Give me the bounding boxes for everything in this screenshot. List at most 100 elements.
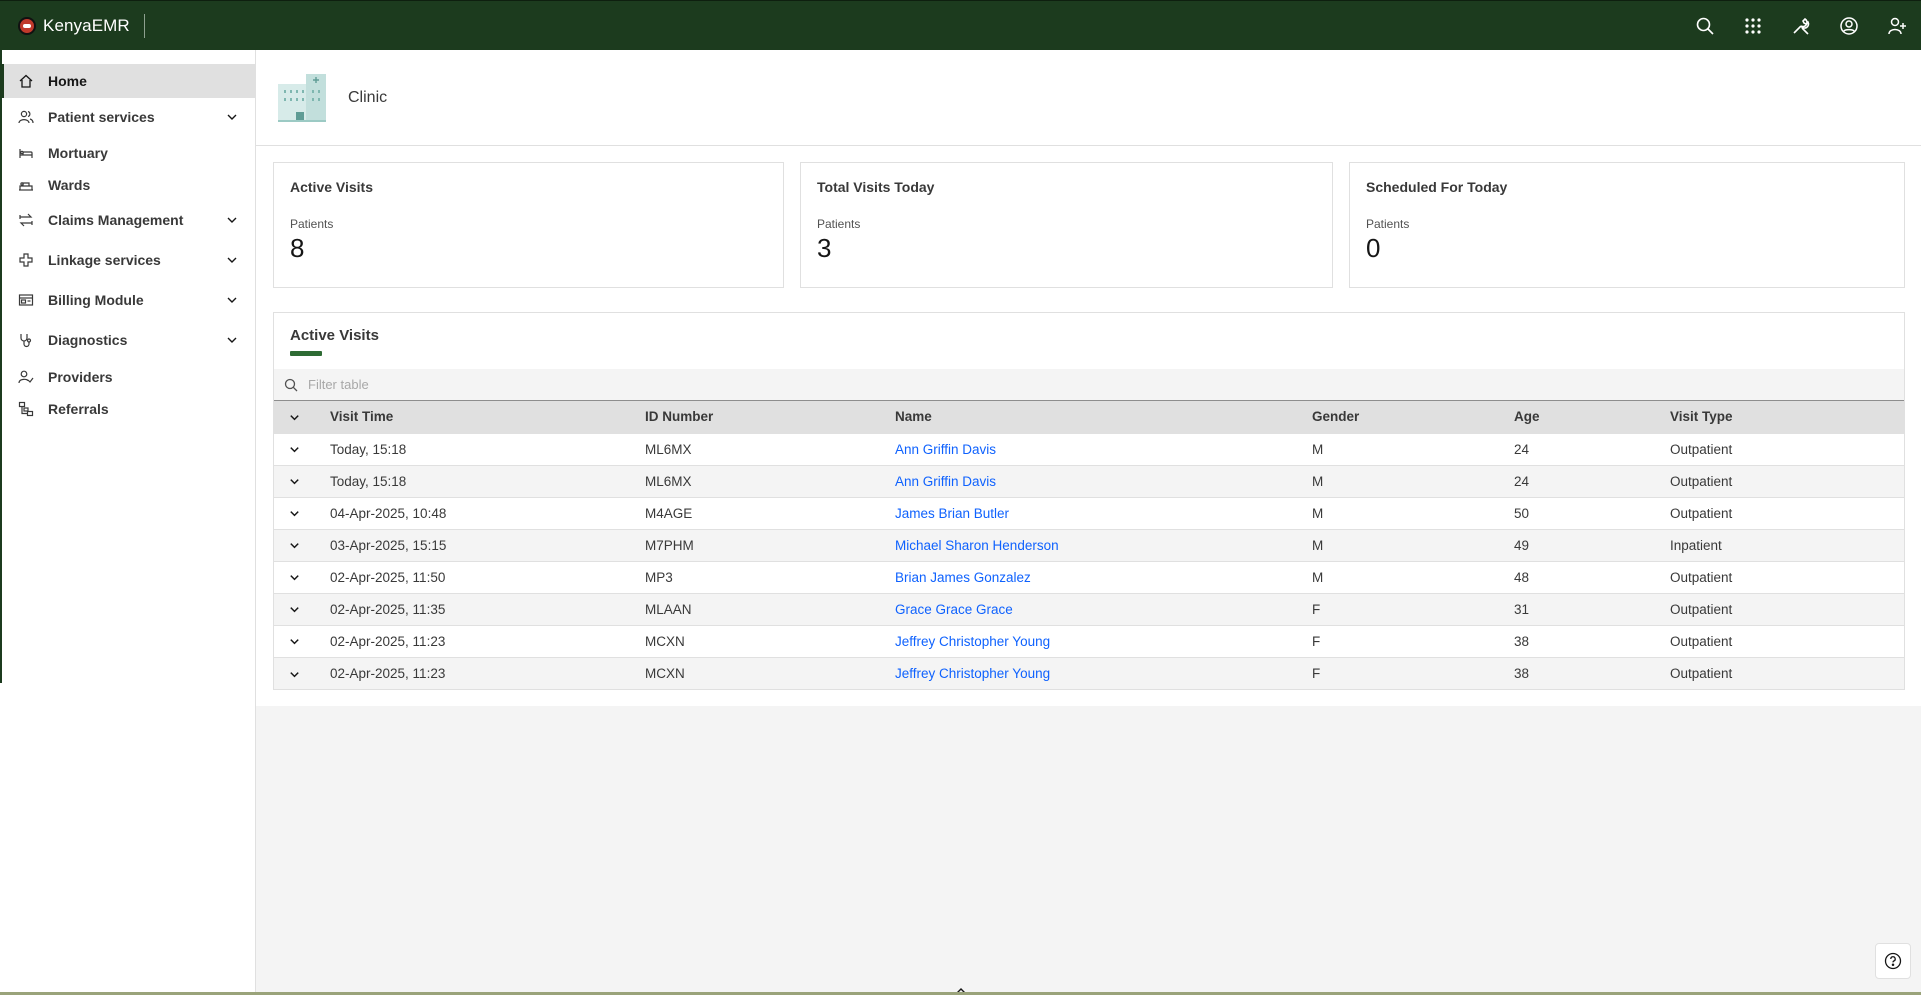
patient-name-link[interactable]: Michael Sharon Henderson [895,538,1059,553]
chevron-down-icon [227,337,237,343]
cell-visit-time: 02-Apr-2025, 11:23 [314,656,645,689]
column-header-age[interactable]: Age [1514,401,1670,433]
cell-age: 48 [1514,560,1670,593]
sidebar-item-label: Wards [48,177,91,193]
chevron-down-icon [289,447,299,453]
active-visits-table: Visit Time ID Number Name Gender Age Vis… [274,401,1904,689]
chevron-down-icon [227,114,237,120]
column-header-visit-time[interactable]: Visit Time [314,401,645,433]
patient-name-link[interactable]: Jeffrey Christopher Young [895,634,1050,649]
chevron-down-icon [289,575,299,581]
sidebar-item-label: Diagnostics [48,332,128,348]
table-row: 04-Apr-2025, 10:48 M4AGE James Brian Butle… [274,496,1904,529]
expand-row-button[interactable] [274,656,314,689]
sidebar-item-billing-module[interactable]: Billing Module [0,280,255,320]
patient-name-link[interactable]: Jeffrey Christopher Young [895,666,1050,681]
expand-row-button[interactable] [274,464,314,497]
active-visits-title: Active Visits [290,327,379,344]
card-scheduled-for-today: Scheduled For Today Patients 0 [1349,162,1905,288]
patient-name-link[interactable]: Grace Grace Grace [895,602,1013,617]
cell-name: James Brian Butler [895,496,1312,529]
clinic-building-icon [278,73,326,122]
patient-name-link[interactable]: Brian James Gonzalez [895,570,1031,585]
app-switcher-icon[interactable] [1729,1,1777,51]
expand-row-button[interactable] [274,560,314,593]
hierarchy-icon [18,401,34,417]
cell-name: Jeffrey Christopher Young [895,624,1312,657]
cell-visit-type: Outpatient [1670,560,1904,593]
sidebar-item-linkage-services[interactable]: Linkage services [0,240,255,280]
expand-row-button[interactable] [274,496,314,529]
chevron-down-icon [227,217,237,223]
expand-all-button[interactable] [274,401,314,433]
help-button[interactable] [1875,943,1911,979]
add-patient-icon[interactable] [1873,1,1921,51]
expand-row-button[interactable] [274,592,314,625]
column-header-gender[interactable]: Gender [1312,401,1514,433]
sidebar-item-patient-services[interactable]: Patient services [0,98,255,136]
chevron-down-icon [227,257,237,263]
cell-age: 31 [1514,592,1670,625]
column-header-visit-type[interactable]: Visit Type [1670,401,1904,433]
card-value: 8 [290,233,305,263]
cell-age: 38 [1514,624,1670,657]
clinic-name: Clinic [348,88,388,106]
sidebar-item-label: Referrals [48,401,109,417]
table-row: 03-Apr-2025, 15:15 M7PHM Michael Sharon He… [274,528,1904,561]
cell-visit-type: Outpatient [1670,592,1904,625]
patient-name-link[interactable]: Ann Griffin Davis [895,474,996,489]
brand[interactable]: KenyaEMR [0,1,145,50]
users-icon [18,109,34,125]
chevron-down-icon [227,297,237,303]
active-visits-table-container: Active Visits Visit Time ID Number Name … [273,312,1905,690]
chevron-down-icon [289,415,299,421]
tools-icon[interactable] [1777,1,1825,51]
help-icon [1884,952,1902,970]
patient-name-link[interactable]: Ann Griffin Davis [895,442,996,457]
table-row: 02-Apr-2025, 11:23 MCXN Jeffrey Christophe… [274,624,1904,657]
sidebar-item-home[interactable]: Home [0,64,255,98]
sidebar-item-mortuary[interactable]: Mortuary [0,136,255,170]
card-subtitle: Patients [290,217,334,231]
patient-name-link[interactable]: James Brian Butler [895,506,1009,521]
card-total-visits-today: Total Visits Today Patients 3 [800,162,1333,288]
expand-row-button[interactable] [274,624,314,657]
filter-table-input[interactable] [308,377,708,392]
cell-age: 50 [1514,496,1670,529]
cell-visit-type: Outpatient [1670,464,1904,497]
search-icon[interactable] [1681,1,1729,51]
table-filter [274,369,1904,401]
stethoscope-icon [18,332,34,348]
billing-icon [18,292,34,308]
cell-visit-type: Inpatient [1670,528,1904,561]
expand-row-button[interactable] [274,528,314,561]
cell-name: Grace Grace Grace [895,592,1312,625]
cell-id-number: MLAAN [645,592,895,625]
cell-visit-time: 02-Apr-2025, 11:23 [314,624,645,657]
sidebar-item-wards[interactable]: Wards [0,170,255,200]
sidebar-item-diagnostics[interactable]: Diagnostics [0,320,255,360]
table-row: 02-Apr-2025, 11:35 MLAAN Grace Grace Grace… [274,592,1904,625]
expand-row-button[interactable] [274,432,314,465]
search-icon [284,378,298,391]
cell-name: Brian James Gonzalez [895,560,1312,593]
cell-id-number: M4AGE [645,496,895,529]
active-visits-header: Active Visits [274,313,1904,369]
chevron-down-icon [289,511,299,517]
table-row: 02-Apr-2025, 11:23 MCXN Jeffrey Christophe… [274,656,1904,689]
sidebar-item-providers[interactable]: Providers [0,360,255,394]
chevron-down-icon [289,671,299,678]
sidebar-item-referrals[interactable]: Referrals [0,394,255,424]
hospital-bed-icon [18,177,34,193]
column-header-name[interactable]: Name [895,401,1312,433]
sidebar-item-label: Providers [48,369,113,385]
user-avatar-icon[interactable] [1825,1,1873,51]
column-header-id-number[interactable]: ID Number [645,401,895,433]
chevron-down-icon [289,543,299,549]
sidebar-item-label: Patient services [48,109,155,125]
cell-gender: M [1312,528,1514,561]
chevron-down-icon [289,639,299,645]
sidebar-item-claims-management[interactable]: Claims Management [0,200,255,240]
active-visits-table-body: Today, 15:18 ML6MX Ann Griffin Davis M 24 Out… [274,432,1904,689]
cell-visit-time: Today, 15:18 [314,432,645,465]
